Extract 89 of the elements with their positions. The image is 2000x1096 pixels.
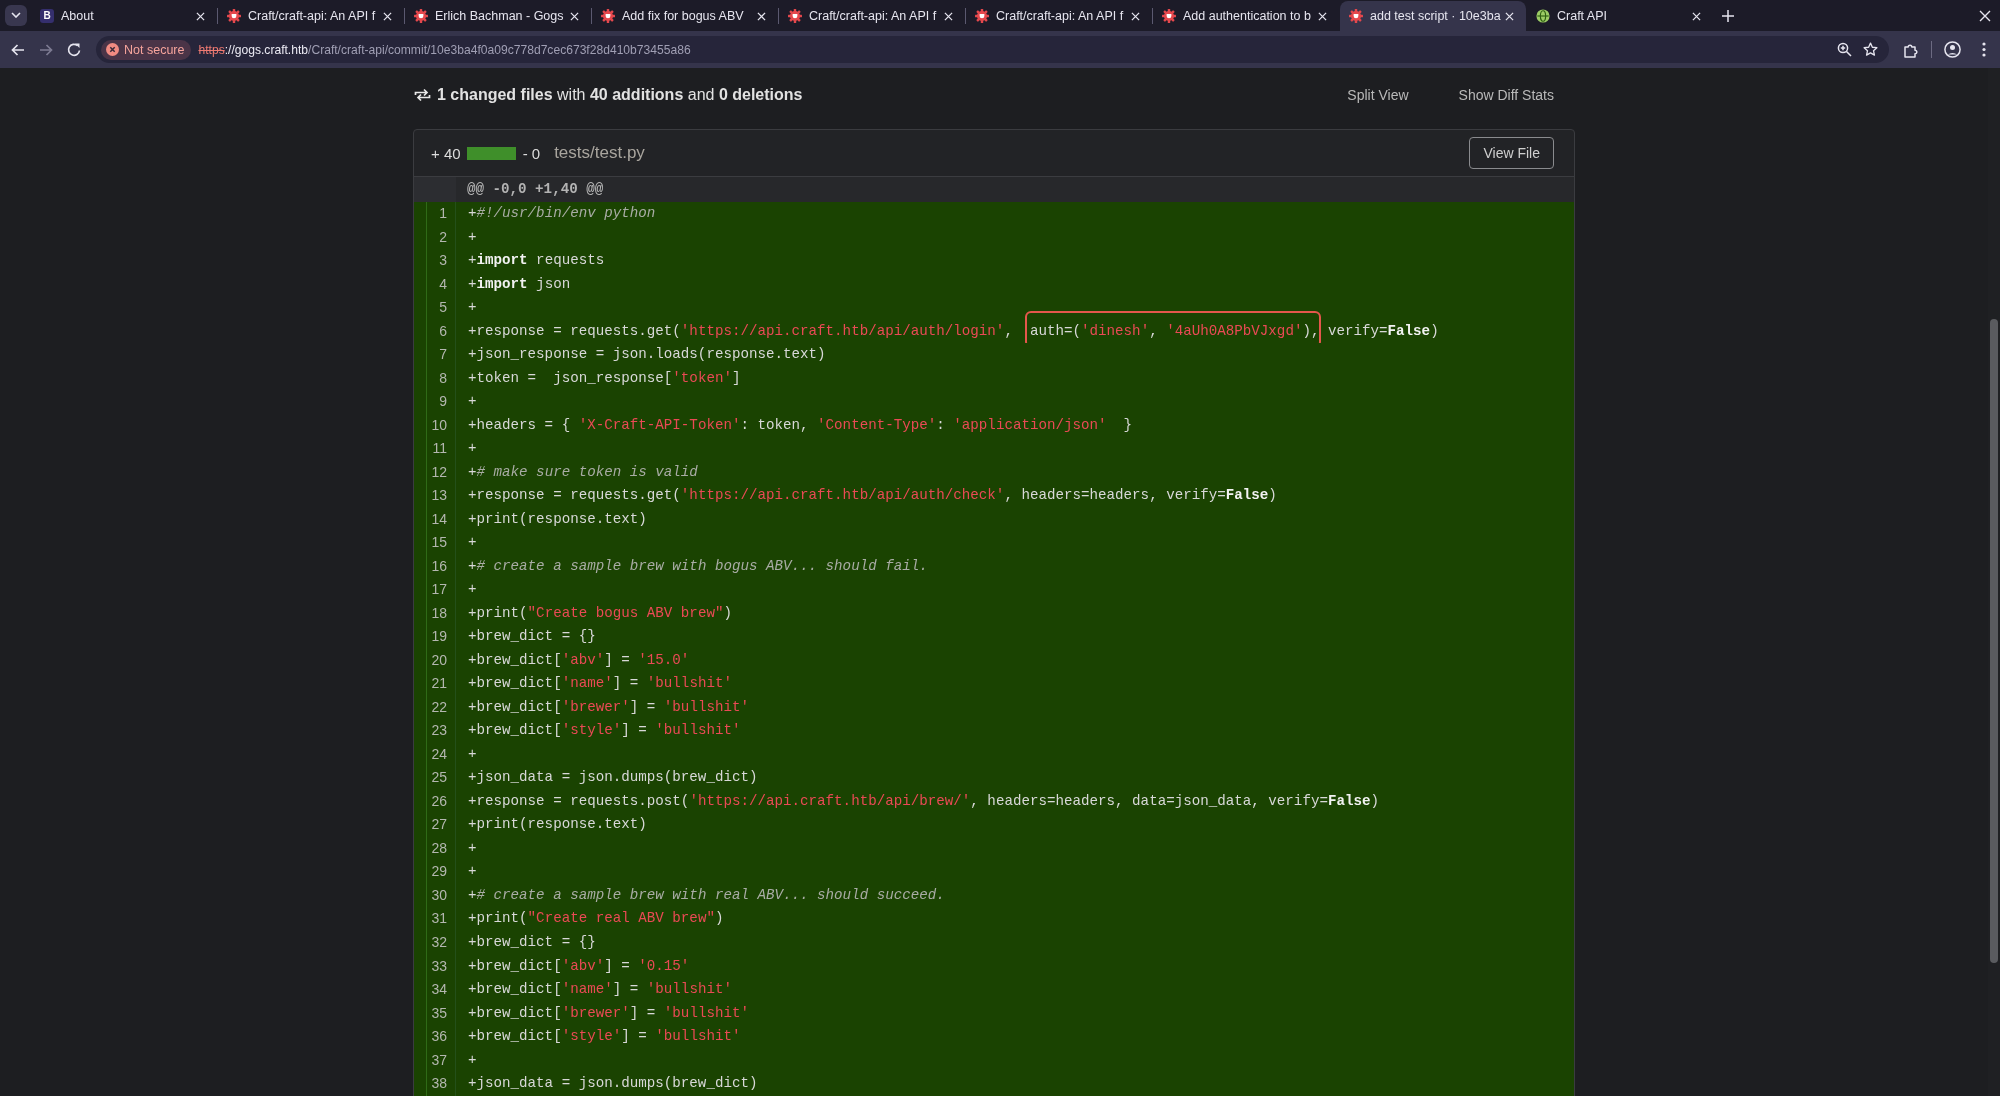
additions-count: + 40 xyxy=(431,144,461,162)
line-number: 2 xyxy=(414,225,456,250)
line-number: 8 xyxy=(414,366,456,391)
file-name: tests/test.py xyxy=(554,143,645,163)
security-chip[interactable]: Not secure xyxy=(101,39,192,60)
line-number: 16 xyxy=(414,554,456,579)
tab-search-button[interactable] xyxy=(5,4,27,26)
close-icon[interactable] xyxy=(1131,11,1140,21)
view-option-button[interactable]: Show Diff Stats xyxy=(1437,79,1575,111)
line-number: 38 xyxy=(414,1072,456,1096)
deletions-count: - 0 xyxy=(522,144,541,162)
star-icon[interactable] xyxy=(1863,42,1878,57)
close-icon[interactable] xyxy=(1318,11,1327,21)
line-number: 34 xyxy=(414,978,456,1002)
gear-icon xyxy=(975,9,989,23)
line-number: 14 xyxy=(414,507,456,532)
view-file-button[interactable]: View File xyxy=(1469,137,1554,169)
kebab-menu-icon[interactable] xyxy=(1982,42,1986,57)
scrollbar-thumb[interactable] xyxy=(1990,319,1998,963)
line-number: 21 xyxy=(414,672,456,696)
hunk-header: @@ -0,0 +1,40 @@ xyxy=(414,177,1574,202)
gear-icon xyxy=(1162,9,1176,23)
line-number: 19 xyxy=(414,625,456,649)
browser-tab[interactable]: Add authentication to b xyxy=(1153,1,1339,31)
line-number: 3 xyxy=(414,249,456,273)
line-number: 5 xyxy=(414,296,456,320)
line-number: 32 xyxy=(414,931,456,955)
line-number: 4 xyxy=(414,272,456,297)
view-option-button[interactable]: Split View xyxy=(1326,79,1430,111)
line-number: 15 xyxy=(414,531,456,555)
line-number: 26 xyxy=(414,789,456,814)
line-number: 27 xyxy=(414,813,456,837)
gear-icon xyxy=(227,9,241,23)
line-number: 1 xyxy=(414,202,456,226)
close-icon[interactable] xyxy=(757,11,766,21)
line-number: 30 xyxy=(414,883,456,908)
line-number: 29 xyxy=(414,860,456,884)
browser-tab[interactable]: Craft API xyxy=(1527,1,1713,31)
line-number: 33 xyxy=(414,954,456,978)
address-bar[interactable]: Not secure https://gogs.craft.htb/Craft/craft-api/commit/10e3ba4f0a09c778d7cec673f28d410b73455a86 xyxy=(96,36,1889,63)
line-number: 9 xyxy=(414,390,456,414)
line-number: 10 xyxy=(414,413,456,438)
close-icon[interactable] xyxy=(1505,11,1514,21)
line-number: 36 xyxy=(414,1025,456,1049)
line-number: 12 xyxy=(414,460,456,485)
chevron-down-icon xyxy=(11,12,21,18)
browser-tab[interactable]: Erlich Bachman - Gogs xyxy=(405,1,591,31)
close-icon[interactable] xyxy=(383,11,392,21)
line-number: 28 xyxy=(414,836,456,861)
browser-tab[interactable]: Craft/craft-api: An API f xyxy=(218,1,404,31)
line-number: 20 xyxy=(414,648,456,673)
line-number: 11 xyxy=(414,437,456,461)
sync-arrows-icon xyxy=(414,88,431,102)
site-favicon: B xyxy=(40,9,54,23)
gear-icon xyxy=(414,9,428,23)
line-number: 6 xyxy=(414,319,456,344)
line-number: 7 xyxy=(414,343,456,367)
close-icon[interactable] xyxy=(570,11,579,21)
browser-tab[interactable]: Craft/craft-api: An API f xyxy=(779,1,965,31)
line-number: 23 xyxy=(414,719,456,743)
line-number: 37 xyxy=(414,1048,456,1073)
line-number: 31 xyxy=(414,907,456,931)
line-number: 13 xyxy=(414,484,456,508)
browser-tab[interactable]: B About xyxy=(31,1,217,31)
plus-icon[interactable] xyxy=(1722,9,1734,22)
url-text[interactable]: https://gogs.craft.htb/Craft/craft-api/commit/10e3ba4f0a09c778d7cec673f28d410b73455a86 xyxy=(198,42,691,57)
line-number: 25 xyxy=(414,766,456,790)
line-number: 18 xyxy=(414,601,456,626)
close-icon[interactable] xyxy=(1979,9,1991,22)
close-icon[interactable] xyxy=(196,11,205,21)
gear-icon xyxy=(788,9,802,23)
browser-tab[interactable]: add test script · 10e3ba xyxy=(1340,1,1526,31)
profile-icon[interactable] xyxy=(1944,41,1961,58)
line-number: 17 xyxy=(414,578,456,602)
diff-summary: 1 changed files with 40 additions and 0 deletions xyxy=(437,86,803,104)
reload-icon[interactable] xyxy=(66,41,82,58)
line-number: 35 xyxy=(414,1001,456,1026)
x-circle-icon xyxy=(106,43,119,56)
line-number: 22 xyxy=(414,695,456,720)
line-number: 24 xyxy=(414,742,456,767)
browser-tab[interactable]: Add fix for bogus ABV xyxy=(592,1,778,31)
gear-icon xyxy=(1349,9,1363,23)
globe-icon xyxy=(1536,9,1550,23)
gear-icon xyxy=(601,9,615,23)
browser-tab[interactable]: Craft/craft-api: An API f xyxy=(966,1,1152,31)
zoom-in-icon[interactable] xyxy=(1837,42,1852,57)
close-icon[interactable] xyxy=(944,11,953,21)
close-icon[interactable] xyxy=(1692,11,1701,21)
diff-stat-bar xyxy=(466,146,516,160)
